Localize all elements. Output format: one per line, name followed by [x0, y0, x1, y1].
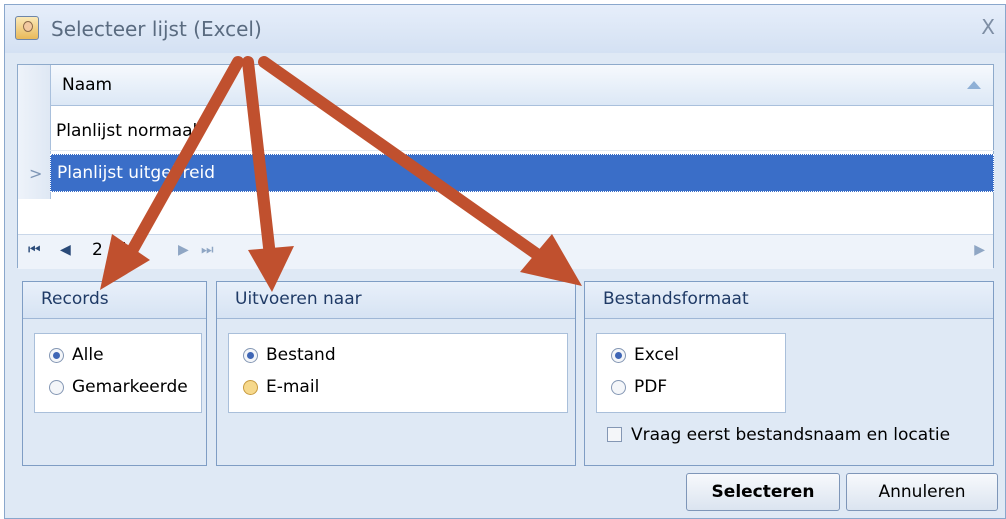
- scroll-right-icon[interactable]: ▶: [974, 242, 985, 258]
- page-indicator: 2 of 2: [92, 240, 141, 260]
- close-button[interactable]: X: [981, 15, 995, 39]
- sort-ascending-icon[interactable]: [967, 81, 981, 89]
- first-page-icon[interactable]: ⏮: [28, 242, 41, 258]
- output-group-title: Uitvoeren naar: [235, 289, 362, 309]
- grid-header: Naam: [18, 65, 993, 106]
- grid-navigator: ⏮ ◀ 2 of 2 ▶ ⏭ ▶: [18, 234, 993, 269]
- title-bar[interactable]: Selecteer lijst (Excel) X: [5, 5, 1005, 53]
- radio-button[interactable]: [49, 380, 64, 395]
- radio-label: Gemarkeerde: [72, 377, 188, 397]
- radio-button-checked[interactable]: [243, 348, 258, 363]
- app-user-icon: [15, 16, 39, 40]
- radio-button-hover[interactable]: [243, 380, 258, 395]
- radio-button-checked[interactable]: [49, 348, 64, 363]
- output-group: Uitvoeren naar Bestand E-mail: [216, 281, 576, 466]
- radio-label: PDF: [634, 377, 668, 397]
- records-options-box: Alle Gemarkeerde: [34, 333, 202, 413]
- records-group-header: Records: [23, 282, 206, 319]
- format-group-header: Bestandsformaat: [585, 282, 993, 319]
- radio-label: Alle: [72, 345, 104, 365]
- next-page-icon[interactable]: ▶: [178, 242, 189, 258]
- column-header-naam[interactable]: Naam: [62, 75, 112, 95]
- row-cell-naam: Planlijst normaal: [56, 121, 198, 141]
- radio-button-checked[interactable]: [611, 348, 626, 363]
- radio-label: E-mail: [266, 377, 320, 397]
- output-group-header: Uitvoeren naar: [217, 282, 575, 319]
- cancel-button[interactable]: Annuleren: [846, 473, 998, 511]
- row-cell-naam: Planlijst uitgebreid: [57, 163, 216, 183]
- current-row-indicator-icon: >: [29, 164, 43, 183]
- last-page-icon[interactable]: ⏭: [201, 242, 214, 258]
- list-grid: Naam Planlijst normaal Planlijst uitgebr…: [17, 64, 994, 269]
- ask-filename-checkbox[interactable]: [607, 427, 622, 442]
- window-title: Selecteer lijst (Excel): [51, 17, 262, 41]
- radio-label: Bestand: [266, 345, 336, 365]
- records-group: Records Alle Gemarkeerde: [22, 281, 207, 466]
- radio-button[interactable]: [611, 380, 626, 395]
- table-row[interactable]: Planlijst normaal: [50, 114, 994, 151]
- select-button[interactable]: Selecteren: [686, 473, 840, 511]
- format-group-title: Bestandsformaat: [603, 289, 749, 309]
- output-options-box: Bestand E-mail: [228, 333, 568, 413]
- radio-label: Excel: [634, 345, 680, 365]
- records-group-title: Records: [41, 289, 109, 309]
- table-row-selected[interactable]: Planlijst uitgebreid: [50, 154, 994, 192]
- format-options-box: Excel PDF: [596, 333, 786, 413]
- ask-filename-label: Vraag eerst bestandsnaam en locatie: [631, 425, 951, 445]
- previous-page-icon[interactable]: ◀: [60, 242, 71, 258]
